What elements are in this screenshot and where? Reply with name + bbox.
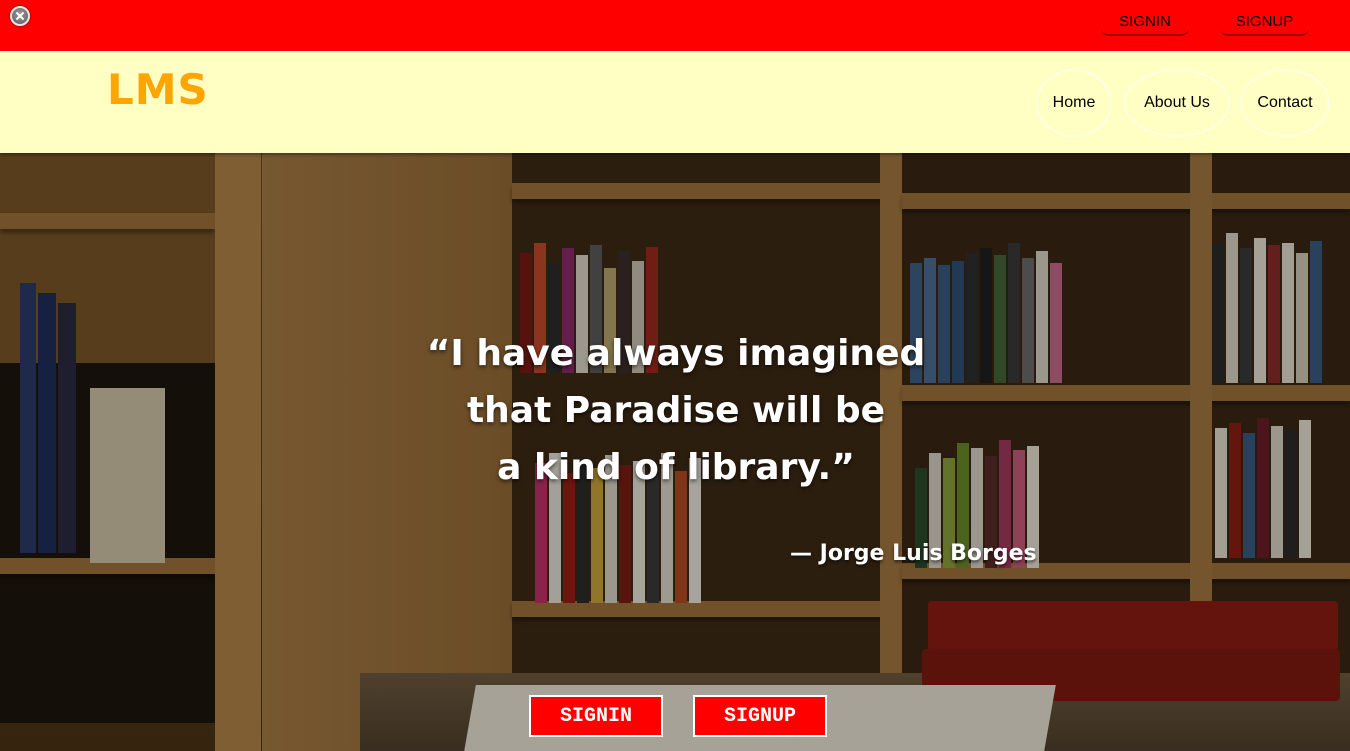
close-icon[interactable] [10, 6, 30, 26]
hero-signup-button[interactable]: SIGNUP [693, 695, 827, 737]
site-logo[interactable]: LMS [107, 65, 209, 114]
top-bar: SIGNIN SIGNUP [0, 0, 1350, 51]
hero-signin-button[interactable]: SIGNIN [529, 695, 663, 737]
top-signup-button[interactable]: SIGNUP [1220, 9, 1309, 36]
nav-home[interactable]: Home [1036, 69, 1112, 137]
site-header: LMS Home About Us Contact [0, 51, 1350, 153]
quote-line-1: “I have always imagined [426, 333, 926, 374]
quote-line-3: a kind of library.” [497, 447, 855, 488]
quote-line-2: that Paradise will be [466, 390, 886, 431]
quote-author: — Jorge Luis Borges [790, 541, 1037, 566]
nav-about-us[interactable]: About Us [1124, 69, 1230, 137]
hero-section: “I have always imagined that Paradise wi… [0, 153, 1350, 751]
top-signin-button[interactable]: SIGNIN [1101, 9, 1189, 36]
nav-contact[interactable]: Contact [1240, 69, 1330, 137]
library-quote: “I have always imagined that Paradise wi… [376, 325, 976, 496]
